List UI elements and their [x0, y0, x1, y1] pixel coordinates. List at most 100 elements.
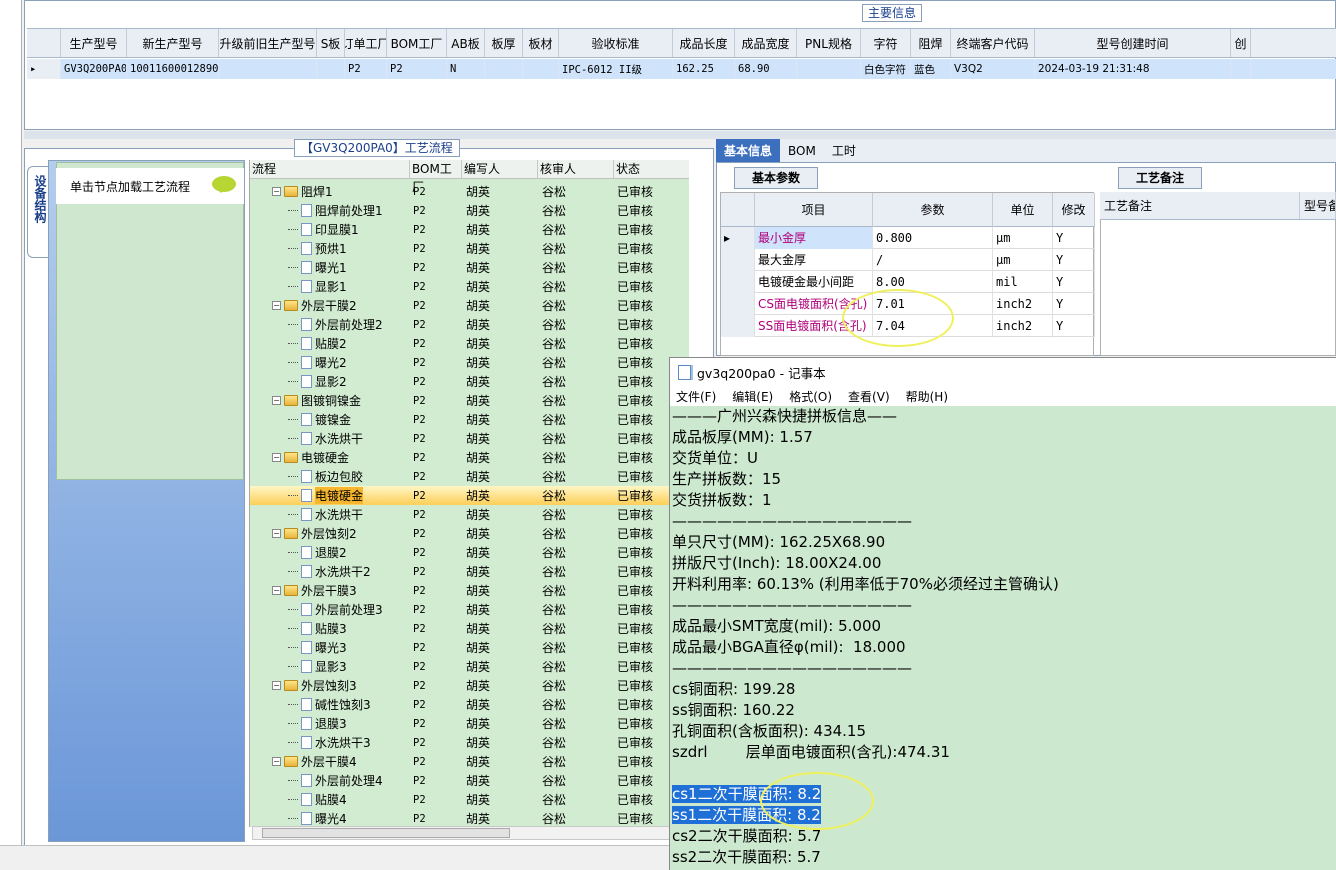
tree-row[interactable]: 电镀硬金 P2 胡英 谷松 已审核: [250, 486, 689, 505]
main-col-header[interactable]: 板厚: [485, 29, 523, 57]
remark-col-header[interactable]: 型号备: [1300, 192, 1336, 219]
right-tab[interactable]: 基本信息: [716, 139, 781, 162]
notepad-menu-item[interactable]: 格式(O): [789, 388, 832, 405]
tree-row[interactable]: 预烘1 P2 胡英 谷松 已审核: [250, 239, 689, 258]
remark-col-header[interactable]: 工艺备注: [1100, 192, 1300, 219]
tree-row[interactable]: 贴膜3 P2 胡英 谷松 已审核: [250, 619, 689, 638]
tree-row[interactable]: 外层前处理4 P2 胡英 谷松 已审核: [250, 771, 689, 790]
param-col-header[interactable]: 项目: [755, 193, 873, 227]
tree-row[interactable]: − 外层蚀刻3 P2 胡英 谷松 已审核: [250, 676, 689, 695]
collapse-icon[interactable]: −: [272, 187, 281, 196]
notepad-menu-item[interactable]: 文件(F): [676, 388, 716, 405]
tree-status: 已审核: [617, 508, 654, 522]
collapse-icon[interactable]: −: [272, 586, 281, 595]
notepad-menu-item[interactable]: 帮助(H): [906, 388, 948, 405]
tree-bom: P2: [413, 204, 426, 217]
main-col-header[interactable]: 创: [1231, 29, 1251, 57]
tree-row[interactable]: 印显膜1 P2 胡英 谷松 已审核: [250, 220, 689, 239]
tree-row[interactable]: − 电镀硬金 P2 胡英 谷松 已审核: [250, 448, 689, 467]
notepad-menu-item[interactable]: 查看(V): [848, 388, 890, 405]
param-value[interactable]: /: [873, 249, 993, 271]
tree-row[interactable]: 贴膜2 P2 胡英 谷松 已审核: [250, 334, 689, 353]
collapse-icon[interactable]: −: [272, 681, 281, 690]
tree-row[interactable]: 显影3 P2 胡英 谷松 已审核: [250, 657, 689, 676]
tree-row[interactable]: 贴膜4 P2 胡英 谷松 已审核: [250, 790, 689, 809]
main-col-header[interactable]: 字符: [861, 29, 911, 57]
tree-scroll-thumb[interactable]: [262, 828, 510, 838]
tree-reviewer: 谷松: [542, 204, 567, 218]
main-grid-row[interactable]: ▸ GV3Q200PA0 10011600012890 P2 P2 N IPC-6012 I…: [27, 59, 1336, 79]
collapse-icon[interactable]: −: [272, 529, 281, 538]
tree-col-header[interactable]: 编写人: [462, 160, 538, 178]
tab-process-remarks[interactable]: 工艺备注: [1118, 167, 1202, 189]
tree-row[interactable]: − 图镀铜镍金 P2 胡英 谷松 已审核: [250, 391, 689, 410]
tree-row[interactable]: 曝光3 P2 胡英 谷松 已审核: [250, 638, 689, 657]
tree-row[interactable]: 阻焊前处理1 P2 胡英 谷松 已审核: [250, 201, 689, 220]
tree-row[interactable]: 镀镍金 P2 胡英 谷松 已审核: [250, 410, 689, 429]
tree-row[interactable]: 显影2 P2 胡英 谷松 已审核: [250, 372, 689, 391]
tree-status: 已审核: [617, 356, 654, 370]
param-col-header[interactable]: 参数: [873, 193, 993, 227]
main-col-header[interactable]: BOM工厂: [387, 29, 447, 57]
tree-col-header[interactable]: 状态: [614, 160, 689, 178]
tree-row[interactable]: 曝光2 P2 胡英 谷松 已审核: [250, 353, 689, 372]
tree-row[interactable]: − 外层蚀刻2 P2 胡英 谷松 已审核: [250, 524, 689, 543]
main-col-header[interactable]: 订单工厂: [345, 29, 387, 57]
main-col-header[interactable]: 板材: [523, 29, 559, 57]
right-tab[interactable]: 工时: [824, 139, 864, 162]
notepad-line: cs铜面积: 199.28: [672, 679, 1336, 700]
param-row[interactable]: 最大金厚 / μm Y: [721, 249, 1095, 271]
tree-row[interactable]: 水洗烘干 P2 胡英 谷松 已审核: [250, 429, 689, 448]
flow-tree[interactable]: 流程 BOM工厂 编写人 核审人 状态 − 阻焊1 P2 胡英 谷松 已审核 阻焊前处理1 P2 胡英谷…: [249, 160, 689, 827]
main-col-header[interactable]: 阻焊: [911, 29, 951, 57]
collapse-icon[interactable]: −: [272, 396, 281, 405]
tree-col-header[interactable]: 流程: [250, 160, 410, 178]
tree-row[interactable]: 水洗烘干3 P2 胡英 谷松 已审核: [250, 733, 689, 752]
tree-row[interactable]: − 阻焊1 P2 胡英 谷松 已审核: [250, 182, 689, 201]
tree-writer: 胡英: [466, 755, 491, 769]
tree-row[interactable]: 显影1 P2 胡英 谷松 已审核: [250, 277, 689, 296]
tree-row[interactable]: 板边包胶 P2 胡英 谷松 已审核: [250, 467, 689, 486]
tree-row[interactable]: 外层前处理2 P2 胡英 谷松 已审核: [250, 315, 689, 334]
horizontal-splitter[interactable]: [24, 131, 1336, 139]
main-col-header[interactable]: 成品宽度: [735, 29, 797, 57]
collapse-icon[interactable]: −: [272, 301, 281, 310]
tree-row[interactable]: 水洗烘干2 P2 胡英 谷松 已审核: [250, 562, 689, 581]
main-col-header[interactable]: 验收标准: [559, 29, 673, 57]
param-col-header[interactable]: 修改: [1053, 193, 1095, 227]
param-col-header[interactable]: 单位: [993, 193, 1053, 227]
notepad-menu-item[interactable]: 编辑(E): [732, 388, 773, 405]
main-col-header[interactable]: AB板: [447, 29, 485, 57]
param-row[interactable]: ▸ 最小金厚 0.800 μm Y: [721, 227, 1095, 249]
main-col-header[interactable]: 升级前旧生产型号: [219, 29, 317, 57]
main-col-header[interactable]: 终端客户代码: [951, 29, 1035, 57]
tree-row[interactable]: − 外层干膜4 P2 胡英 谷松 已审核: [250, 752, 689, 771]
main-col-header[interactable]: 型号创建时间: [1035, 29, 1231, 57]
tree-row[interactable]: 外层前处理3 P2 胡英 谷松 已审核: [250, 600, 689, 619]
tree-row[interactable]: 水洗烘干 P2 胡英 谷松 已审核: [250, 505, 689, 524]
sidebar-hint-label: 单击节点加载工艺流程: [70, 179, 191, 194]
right-tab[interactable]: BOM: [780, 139, 824, 162]
tree-row[interactable]: − 外层干膜2 P2 胡英 谷松 已审核: [250, 296, 689, 315]
tree-row[interactable]: 曝光1 P2 胡英 谷松 已审核: [250, 258, 689, 277]
tree-row[interactable]: 碱性蚀刻3 P2 胡英 谷松 已审核: [250, 695, 689, 714]
tree-col-header[interactable]: BOM工厂: [410, 160, 462, 194]
tab-device-structure[interactable]: 设备结构: [27, 166, 49, 258]
main-col-header[interactable]: 新生产型号: [127, 29, 219, 57]
collapse-icon[interactable]: −: [272, 757, 281, 766]
tree-row[interactable]: 退膜3 P2 胡英 谷松 已审核: [250, 714, 689, 733]
tree-col-header[interactable]: 核审人: [538, 160, 614, 178]
collapse-icon[interactable]: −: [272, 453, 281, 462]
main-col-header[interactable]: 成品长度: [673, 29, 735, 57]
tree-row[interactable]: 曝光4 P2 胡英 谷松 已审核: [250, 809, 689, 827]
param-value[interactable]: 0.800: [873, 227, 993, 249]
tree-row[interactable]: 退膜2 P2 胡英 谷松 已审核: [250, 543, 689, 562]
main-col-header[interactable]: S板: [317, 29, 345, 57]
tab-basic-params[interactable]: 基本参数: [734, 167, 818, 189]
notepad-line-text: ss铜面积: 160.22: [672, 701, 795, 719]
tree-row[interactable]: − 外层干膜3 P2 胡英 谷松 已审核: [250, 581, 689, 600]
notepad-titlebar[interactable]: gv3q200pa0 - 记事本: [670, 358, 1336, 386]
main-col-header[interactable]: 生产型号: [61, 29, 127, 57]
main-col-header[interactable]: PNL规格: [797, 29, 861, 57]
main-cell: 68.90: [735, 59, 797, 79]
